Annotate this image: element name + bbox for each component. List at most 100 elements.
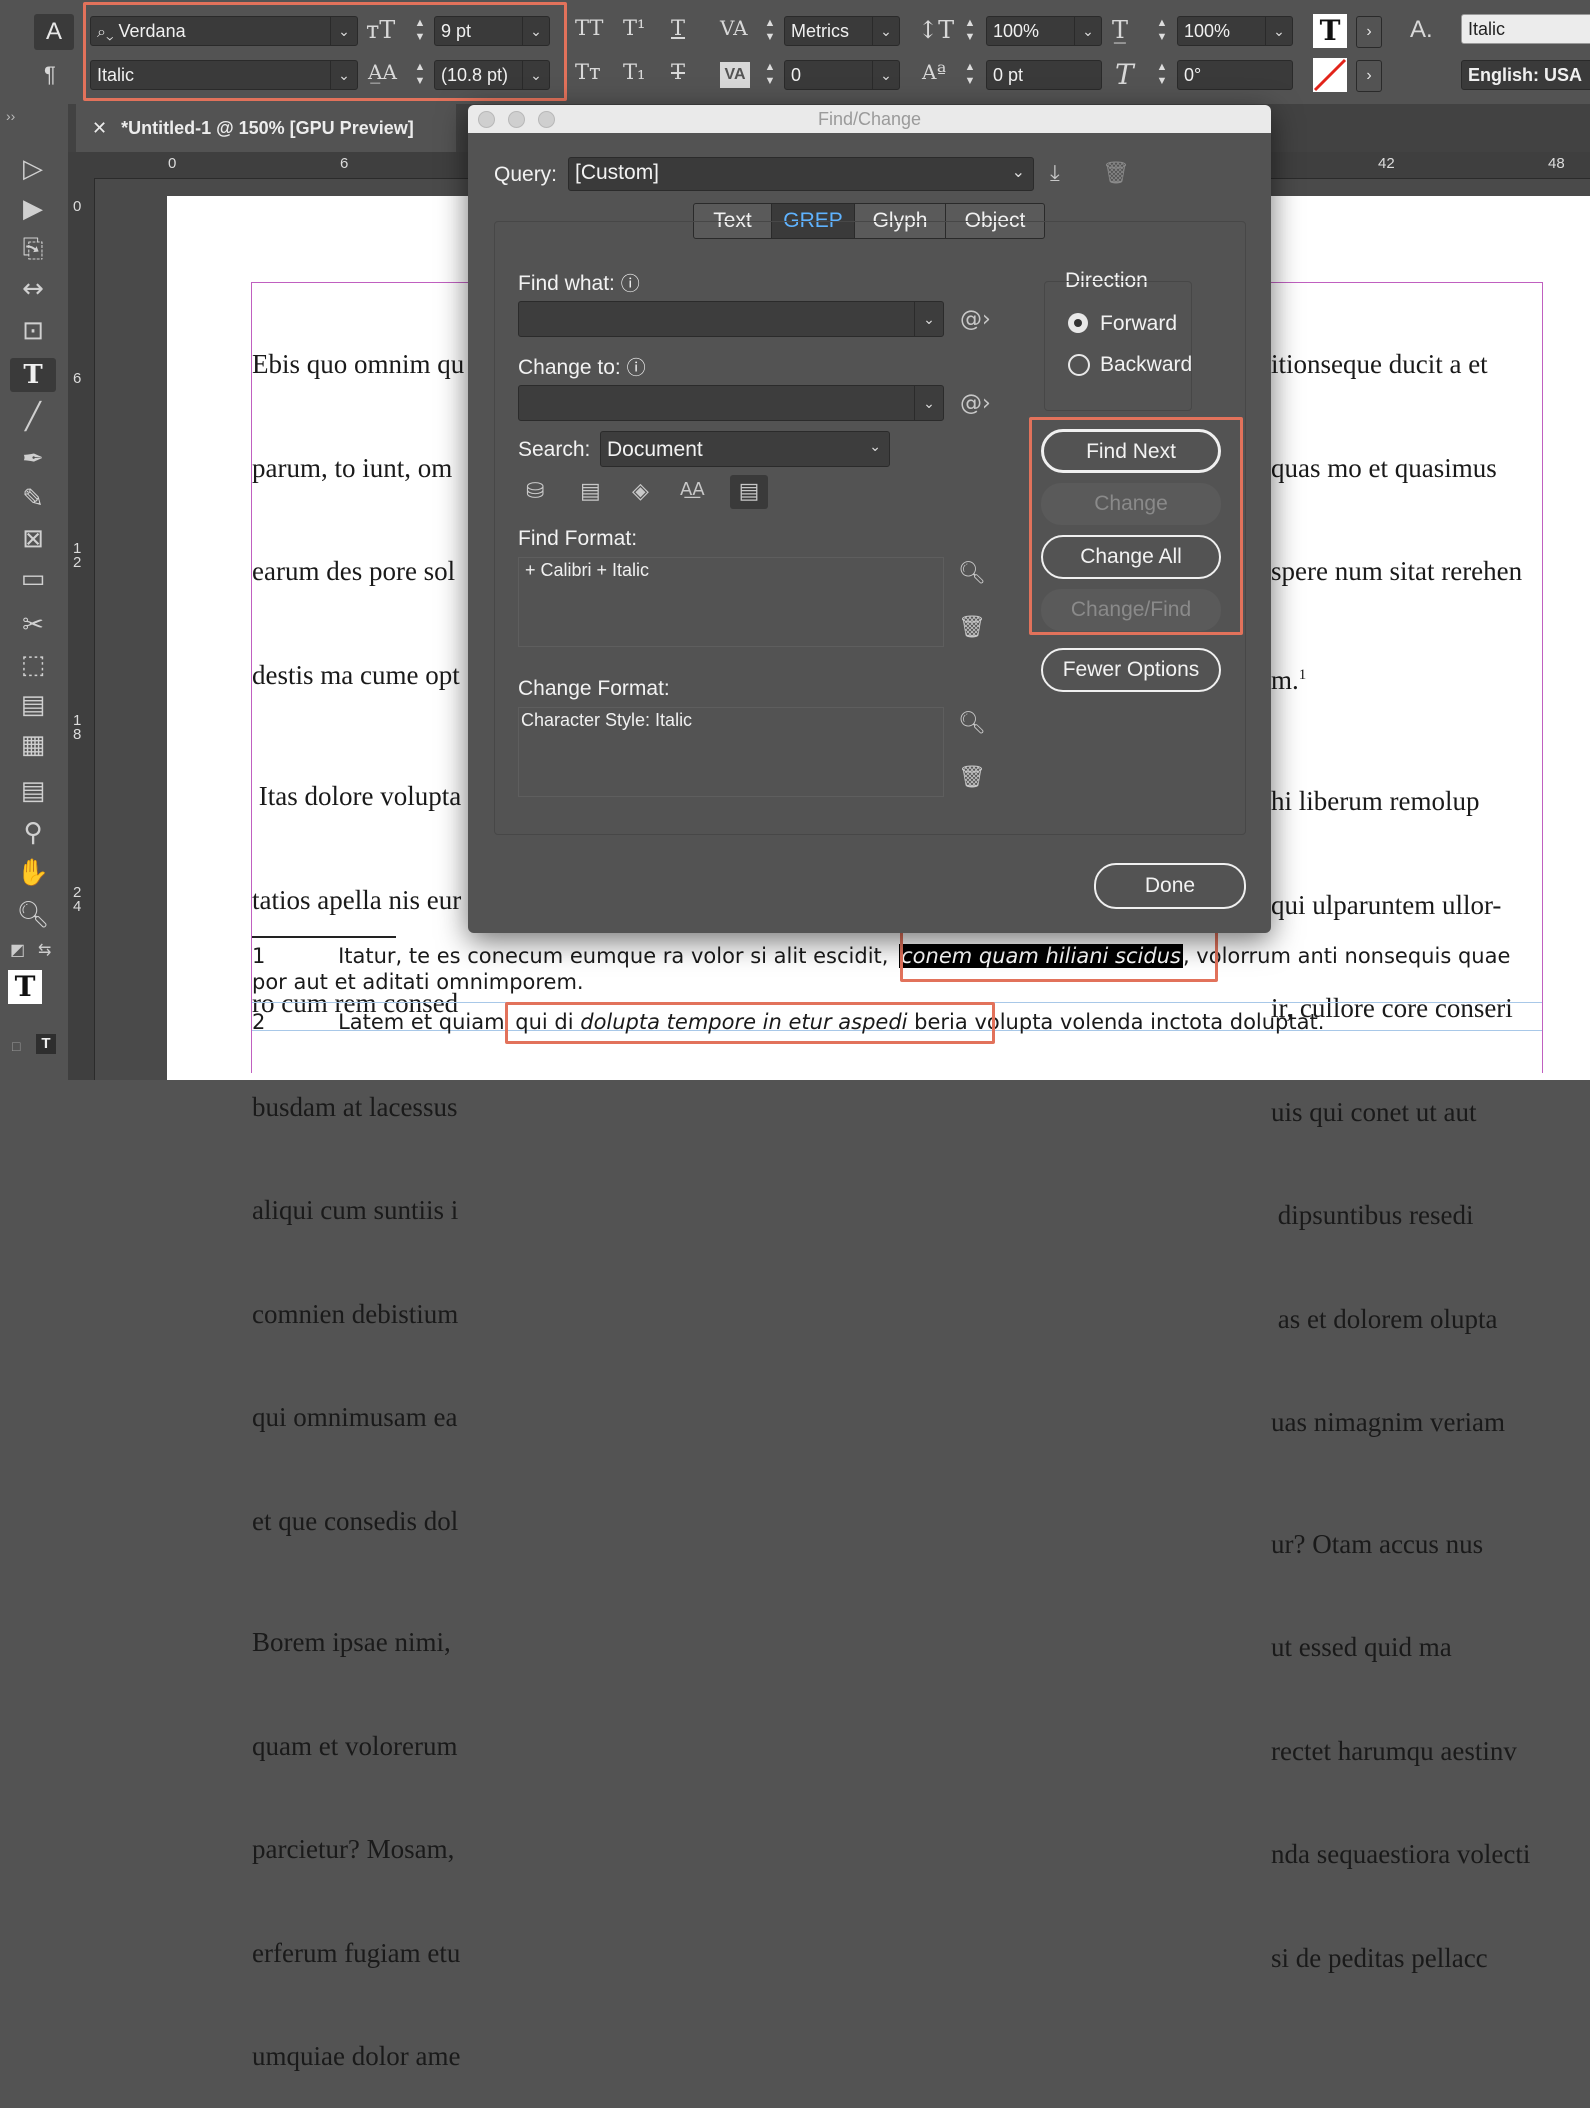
all-caps-button[interactable]: TT xyxy=(575,16,603,40)
special-characters-icon[interactable]: @› xyxy=(960,307,991,332)
text-fill-swatch[interactable]: T xyxy=(1313,14,1347,48)
paragraph-formatting-mode-button[interactable]: ¶ xyxy=(44,62,56,88)
backward-radio[interactable] xyxy=(1068,354,1090,376)
stroke-menu-button[interactable]: › xyxy=(1356,60,1382,92)
subscript-button[interactable]: T₁ xyxy=(623,60,645,84)
specify-change-format-icon[interactable]: 🔍︎ xyxy=(958,711,986,736)
rectangle-frame-tool-icon[interactable]: ⊠ xyxy=(14,522,52,556)
include-master-pages-icon[interactable]: A͟A xyxy=(680,479,705,500)
content-collector-icon[interactable]: ⊡ xyxy=(14,314,52,348)
kerning-stepper[interactable]: ▲ ▼ xyxy=(760,16,780,46)
forward-label[interactable]: Forward xyxy=(1100,312,1177,336)
change-to-input[interactable]: ⌄ xyxy=(518,385,944,421)
superscript-button[interactable]: T¹ xyxy=(623,16,645,40)
small-caps-button[interactable]: Tт xyxy=(575,60,601,84)
fill-stroke-text-icon[interactable]: T xyxy=(8,970,42,1004)
footnote-1[interactable]: 1 Itatur, te es conecum eumque ra volor … xyxy=(252,944,1510,968)
pencil-tool-icon[interactable]: ✎ xyxy=(14,482,52,516)
language-value: English: USA xyxy=(1468,65,1583,85)
vertical-scale-field[interactable]: 100% ⌄ xyxy=(986,16,1102,46)
character-formatting-mode-button[interactable]: A xyxy=(34,14,74,50)
eyedropper-tool-icon[interactable]: ⚲ xyxy=(14,816,52,850)
info-icon[interactable]: ⓘ xyxy=(621,274,640,295)
type-tool-icon[interactable]: T xyxy=(10,358,56,392)
text-stroke-swatch[interactable] xyxy=(1313,58,1347,92)
vertical-ruler[interactable]: 0 6 1 2 1 8 2 4 xyxy=(68,178,95,1080)
clear-find-format-icon[interactable]: 🗑︎ xyxy=(958,615,986,640)
backward-label[interactable]: Backward xyxy=(1100,353,1192,377)
save-query-icon[interactable]: ⤓ xyxy=(1050,161,1060,186)
horizontal-scale-stepper[interactable]: ▲ ▼ xyxy=(1152,16,1172,46)
selection-tool-icon[interactable]: ▷ xyxy=(14,152,52,186)
gradient-swatch-tool-icon[interactable]: ▤ xyxy=(14,688,52,722)
gap-tool-icon[interactable]: ↔ xyxy=(14,272,52,306)
language-field[interactable]: English: USA xyxy=(1461,60,1590,90)
hand-tool-icon[interactable]: ✋ xyxy=(14,856,52,890)
close-icon[interactable]: ✕ xyxy=(92,118,107,138)
body-text-left[interactable]: Ebis quo omnim qu parum, to iunt, om ear… xyxy=(252,278,464,2108)
zoom-window-button[interactable] xyxy=(538,111,555,128)
chevron-down-icon[interactable]: ⌄ xyxy=(1074,17,1101,45)
done-button[interactable]: Done xyxy=(1094,863,1246,909)
change-format-box[interactable]: Character Style: Italic xyxy=(518,707,944,797)
strikethrough-button[interactable]: T xyxy=(671,60,685,84)
dialog-title-bar[interactable]: Find/Change xyxy=(468,105,1271,133)
delete-query-icon[interactable]: 🗑︎ xyxy=(1102,161,1130,186)
ruler-label: 2 4 xyxy=(73,884,82,915)
chevron-down-icon[interactable]: ⌄ xyxy=(872,61,899,89)
pen-tool-icon[interactable]: ✒ xyxy=(14,442,52,476)
minimize-window-button[interactable] xyxy=(508,111,525,128)
zoom-tool-icon[interactable]: 🔍︎ xyxy=(14,898,52,932)
kerning-field[interactable]: Metrics ⌄ xyxy=(784,16,900,46)
line-tool-icon[interactable]: ╱ xyxy=(14,400,52,434)
tracking-stepper[interactable]: ▲ ▼ xyxy=(760,60,780,90)
fill-menu-button[interactable]: › xyxy=(1356,16,1382,48)
formatting-container-icon[interactable]: □ xyxy=(12,1038,20,1054)
gradient-feather-tool-icon[interactable]: ▦ xyxy=(14,728,52,762)
chevron-down-icon[interactable]: ⌄ xyxy=(914,302,943,336)
baseline-shift-stepper[interactable]: ▲ ▼ xyxy=(960,60,980,90)
baseline-shift-field[interactable]: 0 pt xyxy=(986,60,1102,90)
swap-colors-icon[interactable]: ⇆ xyxy=(38,940,51,960)
find-format-box[interactable]: + Calibri + Italic xyxy=(518,557,944,647)
document-tab[interactable]: ✕ *Untitled-1 @ 150% [GPU Preview] xyxy=(76,104,456,152)
specify-find-format-icon[interactable]: 🔍︎ xyxy=(958,561,986,586)
default-colors-icon[interactable]: ◩ xyxy=(10,940,25,960)
free-transform-tool-icon[interactable]: ⬚ xyxy=(14,648,52,682)
fewer-options-button[interactable]: Fewer Options xyxy=(1041,648,1221,692)
skew-stepper[interactable]: ▲ ▼ xyxy=(1152,60,1172,90)
text-line: spere num sitat rerehen xyxy=(1271,556,1523,586)
horizontal-scale-icon: T̲ xyxy=(1112,16,1129,44)
horizontal-scale-field[interactable]: 100% ⌄ xyxy=(1177,16,1293,46)
chevron-down-icon[interactable]: ⌄ xyxy=(914,386,943,420)
find-what-input[interactable]: ⌄ xyxy=(518,301,944,337)
skew-field[interactable]: 0° xyxy=(1177,60,1293,90)
info-icon[interactable]: ⓘ xyxy=(627,358,646,379)
rectangle-tool-icon[interactable]: ▭ xyxy=(14,562,52,596)
search-scope-select[interactable]: Document ⌄ xyxy=(600,431,890,467)
include-hidden-layers-icon[interactable]: ◈ xyxy=(632,479,649,504)
include-locked-stories-icon[interactable]: ▤ xyxy=(580,479,601,504)
expand-panel-icon[interactable]: ›› xyxy=(6,108,15,124)
body-text-right[interactable]: itionseque ducit a et quas mo et quasimu… xyxy=(1271,278,1530,2010)
text-line: et que consedis dol xyxy=(252,1505,459,1536)
underline-button[interactable]: T xyxy=(671,16,685,40)
forward-radio[interactable] xyxy=(1068,313,1088,333)
query-select[interactable]: [Custom] ⌄ xyxy=(568,157,1034,191)
vertical-scale-stepper[interactable]: ▲ ▼ xyxy=(960,16,980,46)
scissors-tool-icon[interactable]: ✂ xyxy=(14,608,52,642)
page-tool-icon[interactable]: ⎘ xyxy=(14,232,52,266)
chevron-down-icon[interactable]: ⌄ xyxy=(1265,17,1292,45)
direct-selection-tool-icon[interactable]: ▶ xyxy=(14,192,52,226)
formatting-text-icon[interactable]: T xyxy=(36,1034,56,1054)
tracking-field[interactable]: 0 ⌄ xyxy=(784,60,900,90)
text-line: Borem ipsae nimi, xyxy=(252,1627,451,1657)
character-style-field[interactable]: Italic xyxy=(1461,14,1590,44)
chevron-down-icon[interactable]: ⌄ xyxy=(872,17,899,45)
special-characters-icon[interactable]: @› xyxy=(960,391,991,416)
include-footnotes-icon[interactable]: ▤ xyxy=(730,475,768,509)
include-locked-layers-icon[interactable]: ⛁ xyxy=(526,479,544,504)
close-window-button[interactable] xyxy=(478,111,495,128)
note-tool-icon[interactable]: ▤ xyxy=(14,774,52,808)
clear-change-format-icon[interactable]: 🗑︎ xyxy=(958,765,986,790)
